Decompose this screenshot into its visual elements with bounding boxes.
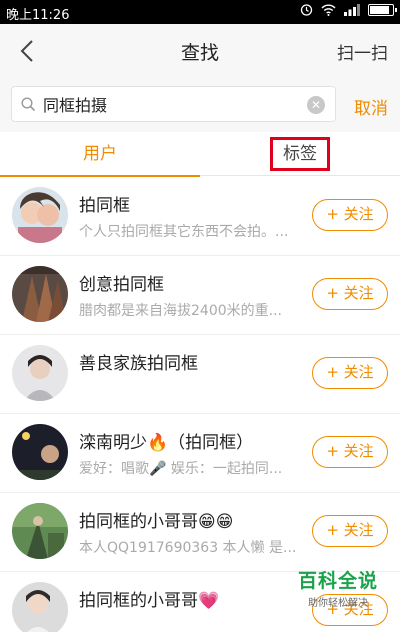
user-description: 个人只拍同框其它东西不会拍。... [79,224,289,240]
list-item[interactable]: 拍同框的小哥哥💗 + 关注 [0,572,400,632]
tab-users[interactable]: 用户 [0,132,200,177]
avatar[interactable] [12,582,68,632]
avatar[interactable] [12,266,68,322]
status-icons [300,3,397,16]
user-description: 爱好：唱歌🎤 娱乐：一起拍同... [79,461,283,477]
list-item[interactable]: 拍同框的小哥哥😁😁 本人QQ1917690363 本人懒 是... + 关注 [0,493,400,572]
follow-button[interactable]: + 关注 [312,199,388,231]
alarm-icon [300,4,313,16]
signal-icon [344,3,360,16]
search-row: ✕ 取消 [0,78,400,132]
user-name: 滦南明少🔥（拍同框） [79,433,254,453]
chevron-left-icon [20,40,33,62]
user-list: 拍同框 个人只拍同框其它东西不会拍。... + 关注 创意拍同框 腊肉都是来自海… [0,177,400,632]
list-item[interactable]: 创意拍同框 腊肉都是来自海拔2400米的重... + 关注 [0,256,400,335]
user-description: 本人QQ1917690363 本人懒 是... [79,540,297,556]
back-button[interactable] [8,32,46,70]
user-description: 腊肉都是来自海拔2400米的重... [79,303,282,319]
search-box: ✕ [11,86,336,122]
wifi-icon [321,4,336,16]
list-item[interactable]: 拍同框 个人只拍同框其它东西不会拍。... + 关注 [0,177,400,256]
follow-button[interactable]: + 关注 [312,357,388,389]
tab-bar: 用户 标签 [0,132,400,177]
avatar[interactable] [12,345,68,401]
user-name: 善良家族拍同框 [79,354,198,374]
list-item[interactable]: 滦南明少🔥（拍同框） 爱好：唱歌🎤 娱乐：一起拍同... + 关注 [0,414,400,493]
follow-button[interactable]: + 关注 [312,515,388,547]
avatar[interactable] [12,187,68,243]
follow-button[interactable]: + 关注 [312,594,388,626]
battery-icon [368,3,397,16]
follow-button[interactable]: + 关注 [312,278,388,310]
avatar[interactable] [12,503,68,559]
user-name: 拍同框 [79,196,130,216]
status-time: 晚上11:26 [6,8,70,23]
list-item[interactable]: 善良家族拍同框 + 关注 [0,335,400,414]
user-name: 拍同框的小哥哥💗 [79,591,220,611]
search-icon [21,96,37,112]
user-name: 拍同框的小哥哥😁😁 [79,512,234,532]
avatar[interactable] [12,424,68,480]
header: 查找 扫一扫 [0,24,400,78]
cancel-button[interactable]: 取消 [354,94,388,119]
scan-button[interactable]: 扫一扫 [337,39,388,64]
tab-tags[interactable]: 标签 [200,132,400,176]
status-bar: 晚上11:26 [0,0,400,24]
clear-search-button[interactable]: ✕ [307,96,325,114]
tab-tags-label: 标签 [270,137,330,171]
tab-users-label: 用户 [83,144,117,164]
follow-button[interactable]: + 关注 [312,436,388,468]
search-input[interactable] [43,94,293,114]
user-name: 创意拍同框 [79,275,164,295]
